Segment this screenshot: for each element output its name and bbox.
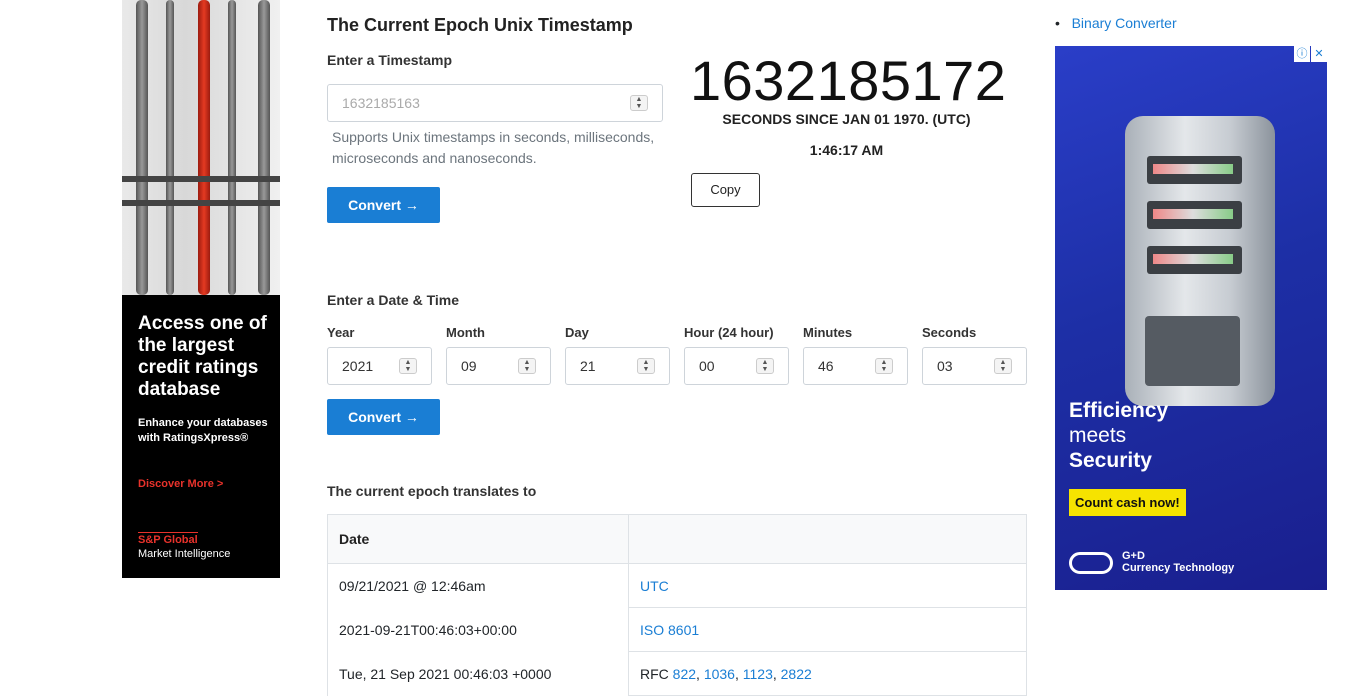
binary-converter-link[interactable]: Binary Converter — [1072, 15, 1177, 31]
headline-security: Security — [1069, 449, 1152, 472]
copy-button[interactable]: Copy — [691, 173, 760, 207]
minutes-input[interactable]: 46 ▲ ▼ — [803, 347, 908, 385]
minutes-value: 46 — [818, 358, 834, 374]
results-table: Date 09/21/2021 @ 12:46am UTC 2021-09-21… — [327, 514, 1027, 696]
day-input[interactable]: 21 ▲ ▼ — [565, 347, 670, 385]
table-header-row: Date — [327, 514, 1027, 564]
ad-info-icon[interactable]: ⓘ — [1294, 46, 1310, 62]
left-ad-subtext: Enhance your databases with RatingsXpres… — [138, 417, 268, 444]
year-input[interactable]: 2021 ▲ ▼ — [327, 347, 432, 385]
logo-line2: Currency Technology — [1122, 562, 1235, 574]
seconds-spinner-icon[interactable]: ▲ ▼ — [994, 358, 1012, 374]
day-value: 21 — [580, 358, 596, 374]
timestamp-placeholder: 1632185163 — [342, 95, 420, 111]
year-label: Year — [327, 325, 355, 340]
header-date: Date — [327, 514, 629, 564]
current-time: 1:46:17 AM — [809, 142, 884, 158]
left-ad-brand-sub: Market Intelligence — [138, 548, 231, 560]
left-advertisement[interactable]: Access one of the largest credit ratings… — [122, 0, 280, 578]
minutes-label: Minutes — [803, 325, 853, 340]
seconds-value: 03 — [937, 358, 953, 374]
month-label: Month — [446, 325, 485, 340]
date-time-label: Enter a Date & Time — [327, 292, 460, 308]
table-row: 09/21/2021 @ 12:46am UTC — [327, 563, 1027, 608]
seconds-input[interactable]: 03 ▲ ▼ — [922, 347, 1027, 385]
headline-meets: meets — [1069, 424, 1127, 447]
cash-machine-image — [1125, 116, 1275, 406]
translates-label: The current epoch translates to — [327, 483, 537, 499]
left-ad-cta-link[interactable]: Discover More > — [138, 478, 223, 490]
hour-spinner-icon[interactable]: ▲ ▼ — [756, 358, 774, 374]
day-spinner-icon[interactable]: ▲ ▼ — [637, 358, 655, 374]
year-value: 2021 — [342, 358, 374, 374]
headline-efficiency: Efficiency — [1069, 399, 1169, 422]
hour-value: 00 — [699, 358, 715, 374]
ad-close-icon[interactable]: ✕ — [1311, 46, 1327, 62]
count-cash-button[interactable]: Count cash now! — [1069, 489, 1186, 516]
right-ad-headline: Efficiency meets Security — [1069, 398, 1168, 473]
logo-line1: G+D — [1122, 550, 1145, 562]
row-date: Tue, 21 Sep 2021 00:46:03 +0000 — [327, 651, 629, 696]
row-date: 09/21/2021 @ 12:46am — [327, 563, 629, 608]
ad-photo-pipes — [122, 0, 280, 295]
table-row: Tue, 21 Sep 2021 00:46:03 +0000 RFC 822,… — [327, 651, 1027, 696]
rfc-prefix: RFC — [640, 665, 669, 682]
iso8601-link[interactable]: ISO 8601 — [640, 622, 699, 638]
convert-timestamp-button[interactable]: Convert → — [327, 187, 440, 223]
hour-input[interactable]: 00 ▲ ▼ — [684, 347, 789, 385]
rfc-2822-link[interactable]: 2822 — [781, 666, 812, 682]
sidebar-item-binary-converter: • Binary Converter — [1055, 15, 1177, 31]
rfc-1036-link[interactable]: 1036 — [704, 666, 735, 682]
right-advertisement[interactable]: ⓘ ✕ Efficiency meets Security Count cash… — [1055, 46, 1327, 590]
header-format — [628, 514, 1027, 564]
page-title: The Current Epoch Unix Timestamp — [327, 15, 633, 35]
rfc-1123-link[interactable]: 1123 — [743, 666, 773, 682]
timestamp-label: Enter a Timestamp — [327, 52, 453, 68]
day-label: Day — [565, 325, 589, 340]
month-input[interactable]: 09 ▲ ▼ — [446, 347, 551, 385]
left-ad-headline: Access one of the largest credit ratings… — [138, 313, 267, 400]
minutes-spinner-icon[interactable]: ▲ ▼ — [875, 358, 893, 374]
rfc-822-link[interactable]: 822 — [673, 666, 696, 682]
left-ad-brand: S&P Global — [138, 532, 198, 546]
month-value: 09 — [461, 358, 477, 374]
seconds-label: Seconds — [922, 325, 977, 340]
hour-label: Hour (24 hour) — [684, 325, 774, 340]
gd-logo-icon — [1069, 552, 1113, 574]
timestamp-input[interactable]: 1632185163 ▲ ▼ — [327, 84, 663, 122]
timestamp-spinner-icon[interactable]: ▲ ▼ — [630, 95, 648, 111]
current-timestamp: 1632185172 — [690, 49, 1007, 112]
year-spinner-icon[interactable]: ▲ ▼ — [399, 358, 417, 374]
bullet-icon: • — [1055, 15, 1060, 31]
convert-date-button[interactable]: Convert → — [327, 399, 440, 435]
seconds-since-label: SECONDS SINCE JAN 01 1970. (UTC) — [722, 111, 971, 127]
timestamp-help-text: Supports Unix timestamps in seconds, mil… — [332, 129, 655, 166]
table-row: 2021-09-21T00:46:03+00:00 ISO 8601 — [327, 607, 1027, 652]
utc-link[interactable]: UTC — [640, 578, 669, 594]
month-spinner-icon[interactable]: ▲ ▼ — [518, 358, 536, 374]
row-date: 2021-09-21T00:46:03+00:00 — [327, 607, 629, 652]
